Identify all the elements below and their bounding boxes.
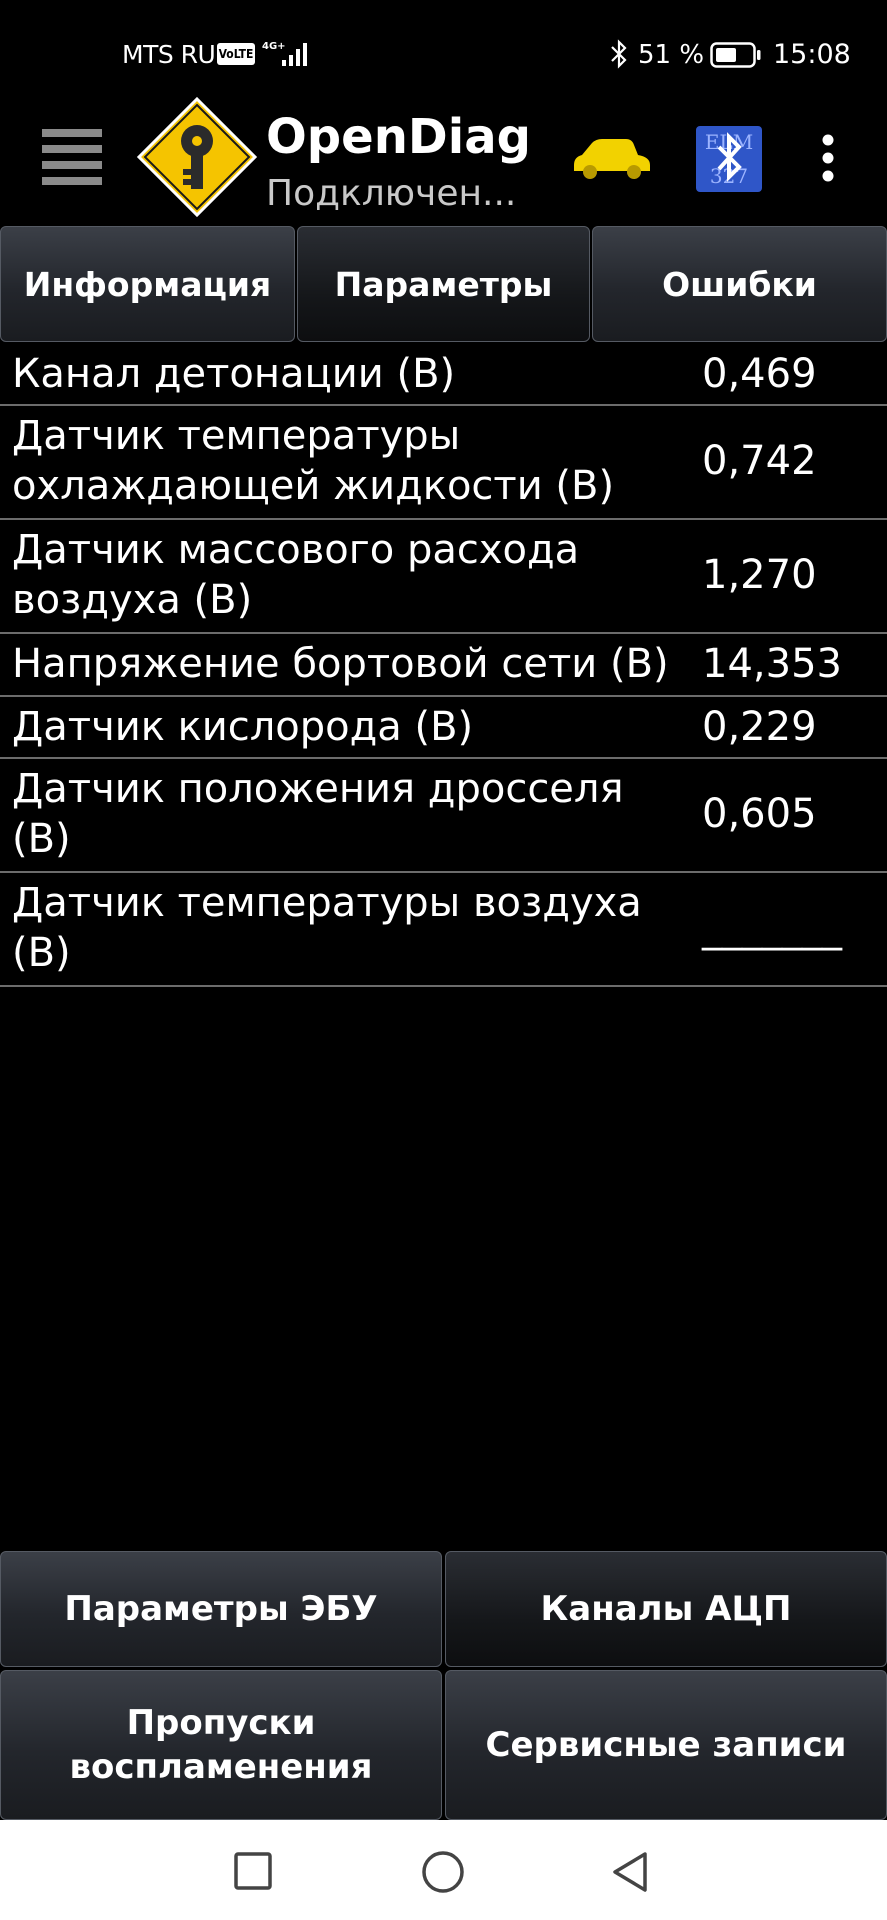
battery-icon [710, 42, 761, 68]
param-value: 0,742 [702, 438, 817, 484]
tab-information[interactable]: Информация [0, 226, 295, 342]
more-vert-icon[interactable] [820, 133, 836, 183]
list-item: Датчик положения дросселя (В) 0,605 [0, 759, 887, 873]
param-value: 14,353 [702, 641, 842, 687]
home-icon[interactable] [421, 1850, 465, 1894]
param-value: 0,469 [702, 351, 817, 397]
app-title: OpenDiag [266, 109, 531, 165]
car-icon[interactable] [570, 135, 654, 181]
carrier-name: MTS RUS [122, 40, 231, 69]
connection-status: Подключен... [266, 173, 517, 214]
list-item: Канал детонации (В) 0,469 [0, 344, 887, 406]
tab-parameters[interactable]: Параметры [297, 226, 590, 342]
clock: 15:08 [773, 39, 851, 70]
param-name: Канал детонации (В) [12, 351, 456, 397]
key-logo-icon [136, 96, 258, 218]
param-value: 1,270 [702, 552, 817, 598]
tab-bar: Информация Параметры Ошибки [0, 226, 887, 344]
status-bar: MTS RUS VoLTE 4G+ 51 % 15:08 [0, 0, 887, 110]
bluetooth-elm327-icon[interactable]: ELM 327 [695, 125, 763, 193]
param-name: Датчик положения дросселя (В) [12, 766, 624, 862]
back-icon[interactable] [610, 1850, 650, 1894]
list-item: Датчик массового расхода воздуха (В) 1,27… [0, 520, 887, 634]
param-name: Датчик кислорода (В) [12, 704, 474, 750]
list-item: Датчик кислорода (В) 0,229 [0, 697, 887, 759]
menu-icon[interactable] [42, 127, 102, 189]
misfire-button-label: Пропуски воспламенения [69, 1703, 373, 1787]
param-name: Датчик температуры охлаждающей жидкости (… [12, 413, 615, 509]
adc-channels-button[interactable]: Каналы АЦП [445, 1551, 887, 1667]
list-item: Напряжение бортовой сети (В) 14,353 [0, 634, 887, 697]
ecu-params-button[interactable]: Параметры ЭБУ [0, 1551, 442, 1667]
param-name: Напряжение бортовой сети (В) [12, 641, 669, 687]
volte-badge: VoLTE [217, 43, 255, 65]
app-bar: OpenDiag Подключен... ELM 327 [0, 95, 887, 225]
param-value: 0,605 [702, 791, 817, 837]
recents-icon[interactable] [234, 1852, 272, 1890]
param-value: 0,229 [702, 704, 817, 750]
tab-errors[interactable]: Ошибки [592, 226, 887, 342]
parameter-list: Канал детонации (В) 0,469 Датчик темпера… [0, 344, 887, 987]
battery-percent: 51 % [638, 40, 705, 70]
network-type: 4G+ [262, 41, 286, 52]
list-item: Датчик температуры охлаждающей жидкости (… [0, 406, 887, 520]
param-name: Датчик температуры воздуха (В) [12, 880, 642, 976]
service-records-button[interactable]: Сервисные записи [445, 1670, 887, 1820]
list-item: Датчик температуры воздуха (В) _______ [0, 873, 887, 987]
signal-icon: 4G+ [262, 41, 307, 66]
navigation-bar [0, 1820, 887, 1920]
bluetooth-status-icon [611, 39, 627, 69]
param-value: _______ [702, 905, 842, 951]
misfire-button[interactable]: Пропуски воспламенения [0, 1670, 442, 1820]
param-name: Датчик массового расхода воздуха (В) [12, 527, 580, 623]
